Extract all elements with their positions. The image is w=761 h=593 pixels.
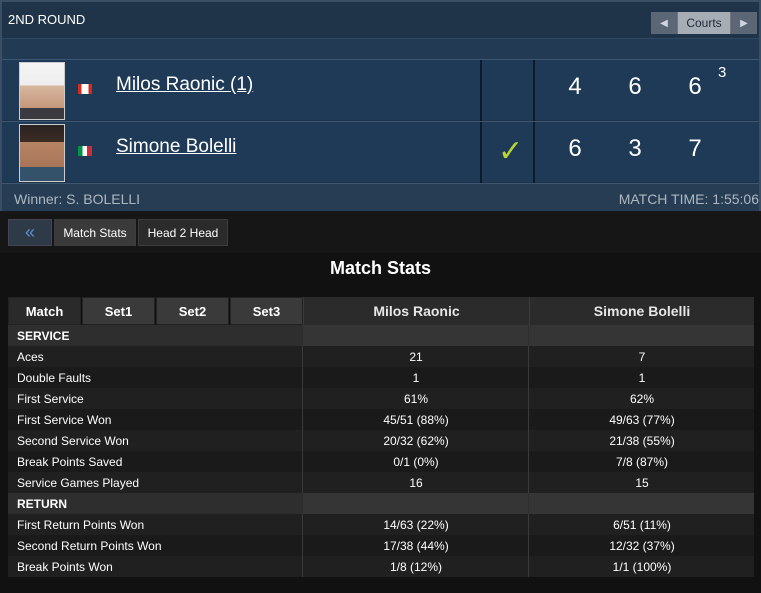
courts-next-button[interactable]: ▶	[731, 12, 757, 34]
stats-header-row: Match Set1 Set2 Set3 Milos Raonic Simone…	[8, 297, 754, 325]
player-name-link[interactable]: Simone Bolelli	[116, 136, 236, 158]
tab-match[interactable]: Match	[8, 297, 81, 325]
player1-value: 45/51 (88%)	[383, 413, 449, 427]
stat-label: First Service Won	[17, 413, 112, 427]
winner-text: Winner: S. BOLELLI	[14, 191, 141, 207]
stat-label: Double Faults	[17, 371, 92, 385]
tab-bar: « Match Stats Head 2 Head	[0, 211, 761, 253]
section-header: RETURN	[8, 493, 754, 514]
player1-header: Milos Raonic	[303, 297, 529, 325]
set2-score: 3	[628, 135, 642, 162]
stat-row: Double Faults 1 1	[8, 367, 754, 388]
stat-label: First Return Points Won	[17, 518, 145, 532]
divider	[480, 122, 482, 183]
set1-score: 4	[568, 73, 582, 100]
courts-nav: ◀ Courts ▶	[651, 11, 757, 35]
tab-set2[interactable]: Set2	[156, 297, 229, 325]
stat-row: Break Points Won 1/8 (12%) 1/1 (100%)	[8, 556, 754, 577]
stat-label: Aces	[17, 350, 44, 364]
stat-row: Second Return Points Won 17/38 (44%) 12/32…	[8, 535, 754, 556]
scoreboard: 2ND ROUND ◀ Courts ▶ Milos Raonic (1) 4 …	[0, 0, 761, 211]
stat-label: Break Points Saved	[17, 455, 123, 469]
section-label: SERVICE	[17, 329, 70, 343]
player1-value: 0/1 (0%)	[393, 455, 439, 469]
stat-row: Break Points Saved 0/1 (0%) 7/8 (87%)	[8, 451, 754, 472]
set3-score: 7	[688, 135, 702, 162]
player2-value: 7	[638, 350, 646, 364]
player-photo	[19, 124, 65, 182]
tiebreak-score: 3	[718, 64, 727, 81]
canada-flag-icon	[78, 84, 92, 94]
back-button[interactable]: «	[8, 219, 52, 246]
player-row-bolelli: Simone Bolelli ✓ 6 3 7	[2, 121, 759, 183]
stat-row: First Return Points Won 14/63 (22%) 6/51 (…	[8, 514, 754, 535]
italy-flag-icon	[78, 146, 92, 156]
stat-label: Break Points Won	[17, 560, 113, 574]
player2-value: 1	[638, 371, 646, 385]
stat-row: Service Games Played 16 15	[8, 472, 754, 493]
player1-value: 16	[409, 476, 423, 490]
player-name-link[interactable]: Milos Raonic (1)	[116, 74, 253, 96]
stat-label: Second Return Points Won	[17, 539, 162, 553]
stat-label: First Service	[17, 392, 84, 406]
player1-value: 61%	[403, 392, 429, 406]
player1-value: 1/8 (12%)	[389, 560, 443, 574]
round-label: 2ND ROUND	[8, 12, 86, 27]
player1-value: 14/63 (22%)	[383, 518, 449, 532]
tab-match-stats[interactable]: Match Stats	[54, 219, 136, 246]
player2-value: 62%	[629, 392, 655, 406]
divider	[533, 122, 535, 183]
match-time: MATCH TIME: 1:55:06	[618, 191, 759, 207]
courts-prev-button[interactable]: ◀	[651, 12, 677, 34]
set1-score: 6	[568, 135, 582, 162]
player2-value: 6/51 (11%)	[613, 518, 671, 532]
player2-value: 1/1 (100%)	[612, 560, 672, 574]
set2-score: 6	[628, 73, 642, 100]
scoreboard-header-strip	[2, 38, 759, 59]
player-row-raonic: Milos Raonic (1) 4 6 6 3	[2, 59, 759, 121]
winner-check-icon: ✓	[498, 135, 524, 168]
divider	[533, 60, 535, 121]
tab-set3[interactable]: Set3	[230, 297, 303, 325]
stat-row: Second Service Won 20/32 (62%) 21/38 (55%)	[8, 430, 754, 451]
stat-label: Second Service Won	[17, 434, 129, 448]
tab-head-2-head[interactable]: Head 2 Head	[138, 219, 228, 246]
player2-value: 12/32 (37%)	[609, 539, 675, 553]
player2-value: 21/38 (55%)	[609, 434, 675, 448]
player1-value: 17/38 (44%)	[383, 539, 449, 553]
tab-set1[interactable]: Set1	[82, 297, 155, 325]
winner-bar: Winner: S. BOLELLI MATCH TIME: 1:55:06	[2, 183, 759, 211]
player2-header: Simone Bolelli	[529, 297, 754, 325]
stat-row: Aces 21 7	[8, 346, 754, 367]
stat-row: First Service 61% 62%	[8, 388, 754, 409]
courts-button[interactable]: Courts	[677, 12, 731, 34]
player1-value: 21	[409, 350, 423, 364]
divider	[480, 60, 482, 121]
player2-value: 7/8 (87%)	[615, 455, 669, 469]
player-photo	[19, 62, 65, 120]
stats-table: Match Set1 Set2 Set3 Milos Raonic Simone…	[8, 297, 754, 577]
player1-value: 20/32 (62%)	[383, 434, 449, 448]
set3-score: 6	[688, 73, 702, 100]
player1-value: 1	[412, 371, 420, 385]
stat-label: Service Games Played	[17, 476, 140, 490]
stat-row: First Service Won 45/51 (88%) 49/63 (77%)	[8, 409, 754, 430]
player2-value: 49/63 (77%)	[609, 413, 675, 427]
section-label: RETURN	[17, 497, 67, 511]
stats-title: Match Stats	[329, 258, 432, 278]
player2-value: 15	[635, 476, 649, 490]
section-header: SERVICE	[8, 325, 754, 346]
